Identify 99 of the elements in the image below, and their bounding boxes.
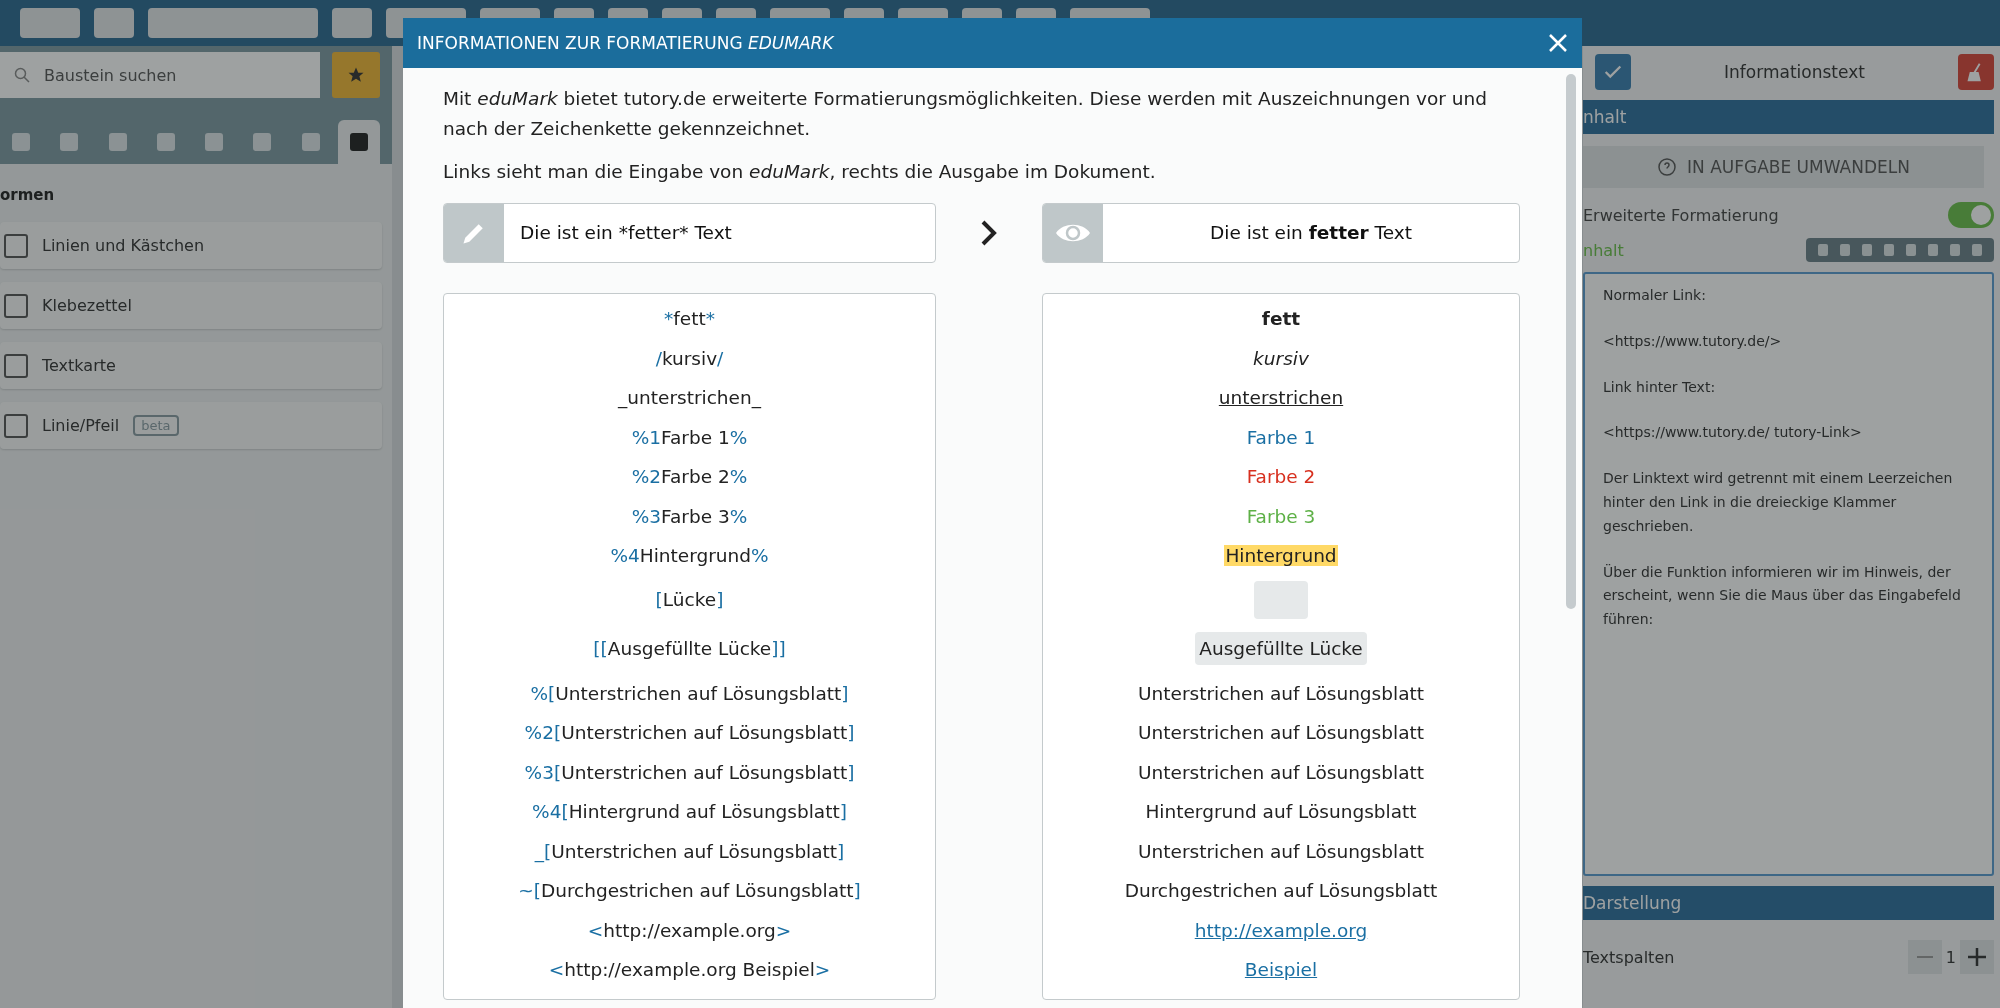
- section-header: Darstellung: [1583, 886, 1994, 920]
- section-title: ormen: [0, 185, 56, 206]
- format-icon[interactable]: [1884, 244, 1894, 256]
- confirm-button[interactable]: [1595, 54, 1631, 90]
- square-icon: [253, 133, 272, 151]
- formatted-example: Durchgestrichen auf Lösungsblatt: [1123, 880, 1439, 902]
- text-input[interactable]: Normaler Link: <https://www.tutory.de/> Link hinter Text: <https://www.tutory.de/ tutory-Link> Der Linktext wird getrennt mit einem Leerzeichen hinter den Link in die dreieckige Klammer geschrieben. Über die Funktion informieren wir im Hinweis, der erscheint, wenn Sie die Maus über das Eingabefeld führen:: [1583, 272, 1994, 876]
- formatted-example: kursiv: [1252, 347, 1310, 369]
- minus-button[interactable]: [1907, 940, 1942, 974]
- convert-button[interactable]: IN AUFGABE UMWANDELN: [1583, 146, 1984, 188]
- delete-button[interactable]: [1958, 54, 1994, 90]
- formatted-example: Unterstrichen auf Lösungsblatt: [1137, 840, 1425, 862]
- format-icon[interactable]: [1840, 244, 1850, 256]
- markup-example: %[Unterstrichen auf Lösungsblatt]: [530, 682, 849, 704]
- formatted-example: fett: [1260, 308, 1302, 330]
- sidebar-item[interactable]: Klebezettel: [0, 282, 382, 329]
- shape-icon: [4, 353, 28, 378]
- item-label: Klebezettel: [42, 296, 132, 315]
- shape-icon: [4, 233, 28, 258]
- toggle-switch[interactable]: [1948, 202, 1994, 228]
- item-label: Textkarte: [42, 356, 116, 375]
- dialog-title: INFORMATIONEN ZUR FORMATIERUNG EDUMARK: [417, 33, 834, 53]
- format-icon[interactable]: [1862, 244, 1872, 256]
- close-icon: [1548, 33, 1568, 53]
- markup-example: _unterstrichen_: [618, 387, 761, 409]
- markup-example: *fett*: [664, 308, 715, 330]
- markup-example: ~[Durchgestrichen auf Lösungsblatt]: [518, 880, 861, 902]
- chevron-right-icon: [980, 218, 998, 247]
- markup-example: <http://example.org Beispiel>: [548, 959, 831, 981]
- formatted-example: unterstrichen: [1217, 387, 1345, 409]
- format-icon[interactable]: [1950, 244, 1960, 256]
- formatted-example: Unterstrichen auf Lösungsblatt: [1137, 761, 1425, 783]
- columns-label: Textspalten: [1583, 947, 1675, 967]
- square-icon: [60, 133, 79, 151]
- markup-example: %3Farbe 3%: [631, 505, 748, 527]
- formatted-example: Hintergrund auf Lösungsblatt: [1144, 801, 1418, 823]
- toolbar-button[interactable]: [94, 8, 134, 38]
- format-icon[interactable]: [1928, 244, 1938, 256]
- markup-example: _[Unterstrichen auf Lösungsblatt]: [534, 840, 845, 862]
- formatted-example: Unterstrichen auf Lösungsblatt: [1137, 722, 1425, 744]
- section-header: nhalt: [1583, 100, 1994, 134]
- minus-icon: [1916, 956, 1933, 958]
- item-label: Linien und Kästchen: [42, 236, 205, 255]
- shape-icon: [4, 293, 28, 318]
- gap-field: [1254, 580, 1308, 619]
- square-icon: [301, 133, 320, 151]
- markup-example: <http://example.org>: [587, 919, 792, 941]
- field-label: nhalt: [1583, 240, 1624, 260]
- panel-title: Informationstext: [1724, 62, 1865, 82]
- example-text: Die ist ein *fetter* Text: [520, 222, 732, 244]
- paragraph: Mit eduMark bietet tutory.de erweiterte Formatierungsmöglichkeiten. Diese werden mit Auszeichnungen vor und nach der Zeichenkette gekennzeichnet.: [443, 87, 1488, 141]
- square-icon: [12, 133, 31, 151]
- shape-icon: [4, 413, 28, 438]
- format-icon[interactable]: [1972, 244, 1982, 256]
- sidebar-item[interactable]: Textkarte: [0, 342, 382, 389]
- formatted-example: Unterstrichen auf Lösungsblatt: [1137, 682, 1425, 704]
- plus-icon: [1968, 948, 1986, 966]
- beta-badge: beta: [133, 415, 179, 436]
- help-icon: [1657, 157, 1677, 177]
- example-text: Die ist ein fetter Text: [1210, 222, 1412, 244]
- tool-tab[interactable]: [337, 120, 380, 164]
- markup-example: %2[Unterstrichen auf Lösungsblatt]: [524, 722, 855, 744]
- markup-example: %4[Hintergrund auf Lösungsblatt]: [532, 801, 847, 823]
- formatted-example: Hintergrund: [1224, 545, 1338, 567]
- star-icon: [347, 66, 365, 84]
- toggle-label: Erweiterte Formatierung: [1583, 205, 1779, 225]
- square-icon: [108, 133, 127, 151]
- format-icon[interactable]: [1906, 244, 1916, 256]
- markup-example: %4Hintergrund%: [610, 545, 769, 567]
- markup-example: %3[Unterstrichen auf Lösungsblatt]: [524, 761, 855, 783]
- square-icon: [156, 133, 175, 151]
- columns-value: 1: [1945, 947, 1956, 967]
- format-icon[interactable]: [1818, 244, 1828, 256]
- close-button[interactable]: [1548, 33, 1568, 53]
- formatted-example: Farbe 2: [1245, 466, 1317, 488]
- markup-example: %2Farbe 2%: [631, 466, 748, 488]
- link[interactable]: Beispiel: [1243, 959, 1319, 981]
- link[interactable]: http://example.org: [1193, 919, 1369, 941]
- search-icon: [14, 67, 30, 83]
- markup-example: /kursiv/: [655, 347, 724, 369]
- plus-button[interactable]: [1960, 940, 1994, 974]
- formatted-example: Farbe 1: [1245, 426, 1317, 448]
- square-icon: [349, 133, 368, 151]
- formatted-example: Farbe 3: [1245, 505, 1317, 527]
- sidebar-item[interactable]: Linien und Kästchen: [0, 222, 382, 269]
- markup-example: [[Ausgefüllte Lücke]]: [593, 638, 786, 660]
- toolbar-button[interactable]: [148, 8, 318, 38]
- favorites-button[interactable]: [332, 52, 380, 98]
- paragraph: Links sieht man die Eingabe von eduMark, rechts die Ausgabe im Dokument.: [443, 160, 1157, 185]
- square-icon: [205, 133, 224, 151]
- markup-example: [Lücke]: [655, 589, 724, 611]
- formatted-example: Ausgefüllte Lücke: [1195, 632, 1367, 666]
- toolbar-button[interactable]: [332, 8, 372, 38]
- markup-example: %1Farbe 1%: [631, 426, 748, 448]
- scrollbar-thumb[interactable]: [1566, 74, 1576, 609]
- toolbar-button[interactable]: [20, 8, 80, 38]
- search-field[interactable]: Baustein suchen: [0, 52, 320, 98]
- item-label: Linie/Pfeil: [42, 416, 120, 435]
- sidebar-item[interactable]: Linie/Pfeil beta: [0, 402, 382, 449]
